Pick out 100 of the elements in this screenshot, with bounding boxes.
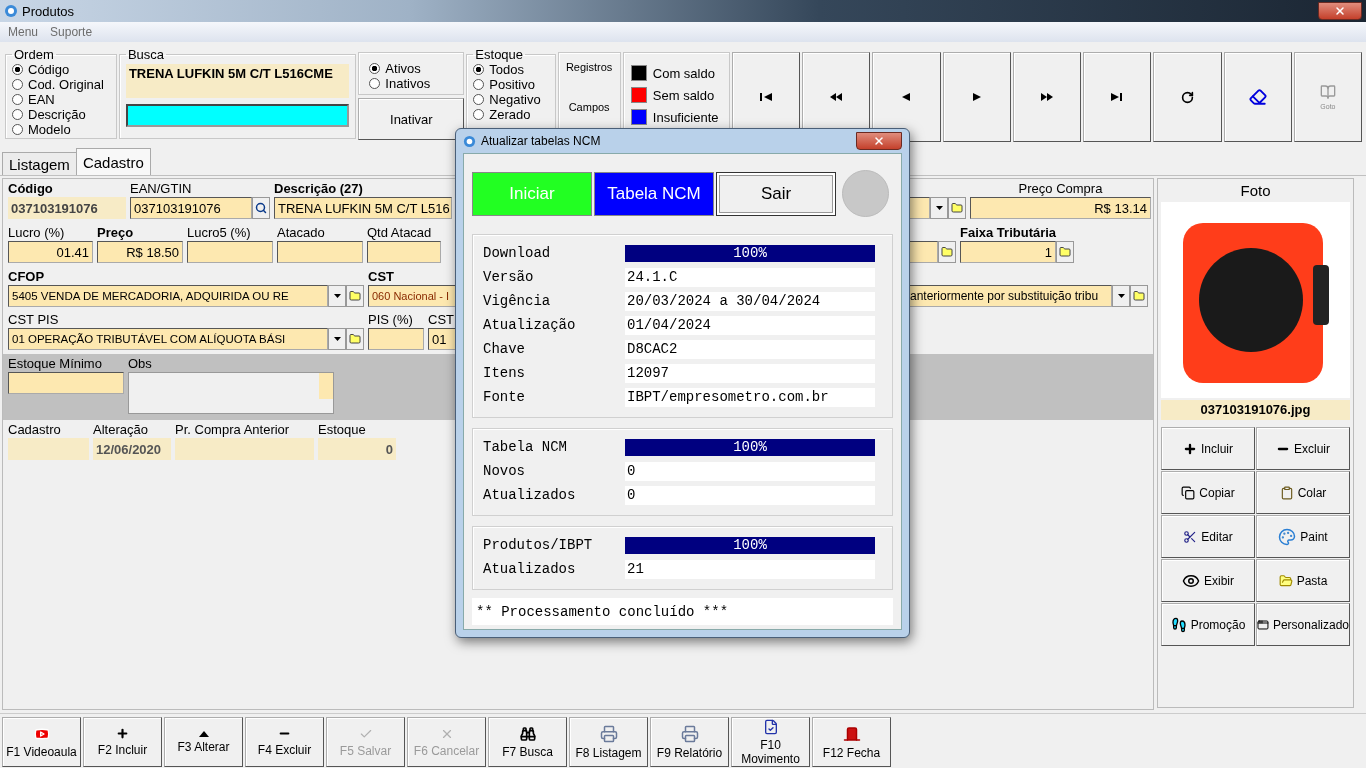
- row-label: Chave: [483, 341, 526, 357]
- dialog-button[interactable]: Sair: [716, 171, 836, 216]
- text-field[interactable]: TRENA LUFKIN 5M C/T L516: [274, 197, 452, 219]
- navigation-button[interactable]: [1223, 52, 1292, 142]
- close-icon: [873, 135, 885, 147]
- text-field[interactable]: [187, 241, 273, 263]
- text-field[interactable]: [277, 241, 363, 263]
- text-field[interactable]: R$ 13.14: [970, 197, 1151, 219]
- radio-option[interactable]: Código: [12, 62, 110, 77]
- field-label: Preço Compra: [1018, 181, 1103, 197]
- text-field[interactable]: [367, 241, 441, 263]
- combo-field[interactable]: 5405 VENDA DE MERCADORIA, ADQUIRIDA OU RE: [8, 285, 328, 307]
- text-field[interactable]: 037103191076: [130, 197, 252, 219]
- radio-option[interactable]: Descrição: [12, 107, 110, 122]
- dropdown-button[interactable]: [328, 285, 346, 307]
- arrow-icon: [972, 92, 981, 102]
- text-field[interactable]: 01.41: [8, 241, 93, 263]
- text-field[interactable]: 1: [960, 241, 1056, 263]
- field-label: Cadastro: [8, 422, 62, 438]
- radio-option[interactable]: Negativo: [473, 92, 549, 107]
- field-label: Descrição (27): [274, 181, 364, 197]
- function-key-button[interactable]: F7 Busca: [488, 717, 567, 767]
- clipboard-icon: [1279, 485, 1294, 500]
- row-label: Tabela NCM: [483, 439, 568, 455]
- action-button[interactable]: Incluir: [1161, 427, 1255, 470]
- text-field[interactable]: 01: [428, 328, 456, 350]
- row-label: Fonte: [483, 389, 526, 405]
- app-icon: [463, 134, 476, 148]
- radio-option[interactable]: Ativos: [369, 61, 454, 76]
- dropdown-button[interactable]: [1112, 285, 1130, 307]
- radio-option[interactable]: EAN: [12, 92, 110, 107]
- field-label: CST: [428, 312, 455, 328]
- progress-reading: 100%: [733, 537, 767, 553]
- dropdown-button[interactable]: [930, 197, 948, 219]
- field-label: Código: [8, 181, 54, 197]
- radio-option[interactable]: Modelo: [12, 122, 110, 137]
- printer-icon: [680, 724, 699, 743]
- folder-button[interactable]: [938, 241, 956, 263]
- group-title: Busca: [126, 47, 166, 62]
- field-label: PIS (%): [368, 312, 414, 328]
- value-field: 24.1.C: [625, 267, 875, 287]
- folder-icon: [1278, 573, 1293, 588]
- navigation-button[interactable]: [942, 52, 1011, 142]
- row-label: Versão: [483, 269, 535, 285]
- combo-field[interactable]: 01 OPERAÇÃO TRIBUTÁVEL COM ALÍQUOTA BÁSI: [8, 328, 328, 350]
- close-button[interactable]: [856, 132, 902, 150]
- action-button[interactable]: Editar: [1161, 515, 1255, 558]
- menu-item[interactable]: Suporte: [50, 25, 93, 39]
- palette-icon: [1278, 527, 1297, 546]
- function-key-button[interactable]: F10 Movimento: [731, 717, 810, 767]
- navigation-button[interactable]: [1083, 52, 1152, 142]
- function-key-button[interactable]: F4 Excluir: [245, 717, 324, 767]
- action-button[interactable]: Copiar: [1161, 471, 1255, 514]
- action-button[interactable]: Paint: [1256, 515, 1350, 558]
- combo-field[interactable]: 060 Nacional - I: [368, 285, 456, 307]
- function-key-button[interactable]: F9 Relatório: [650, 717, 729, 767]
- menu-item[interactable]: Menu: [8, 25, 39, 39]
- function-key-button[interactable]: F12 Fecha: [812, 717, 891, 767]
- function-key-button[interactable]: F1 Videoaula: [2, 717, 81, 767]
- function-key-button[interactable]: F8 Listagem: [569, 717, 648, 767]
- code-value: 037103191076: [8, 197, 126, 219]
- radio-option[interactable]: Inativos: [369, 76, 454, 91]
- action-button[interactable]: Promoção: [1161, 603, 1255, 646]
- inactivate-button[interactable]: Inativar: [358, 98, 465, 140]
- folder-icon: [951, 202, 963, 214]
- close-icon: [1334, 5, 1346, 17]
- search-button[interactable]: [252, 197, 270, 219]
- radio-option[interactable]: Zerado: [473, 107, 549, 122]
- function-key-button[interactable]: F2 Incluir: [83, 717, 162, 767]
- file-name: 037103191076.jpg: [1161, 400, 1350, 420]
- group-title: Ordem: [13, 47, 55, 62]
- action-button[interactable]: Excluir: [1256, 427, 1350, 470]
- row-label: Atualizados: [483, 487, 577, 503]
- radio-option[interactable]: Positivo: [473, 77, 549, 92]
- tab[interactable]: Cadastro: [75, 148, 151, 175]
- dialog-button[interactable]: Tabela NCM: [594, 171, 714, 216]
- text-field[interactable]: R$ 18.50: [97, 241, 183, 263]
- text-field[interactable]: [368, 328, 424, 350]
- navigation-button[interactable]: [872, 52, 941, 142]
- caret-icon: [1117, 294, 1125, 298]
- text-field[interactable]: [8, 372, 124, 394]
- close-button[interactable]: [1318, 2, 1362, 20]
- value-field: 0: [625, 461, 875, 481]
- action-button[interactable]: Colar: [1256, 471, 1350, 514]
- navigation-button[interactable]: [1153, 52, 1222, 142]
- folder-button[interactable]: [1056, 241, 1074, 263]
- navigation-button[interactable]: [1012, 52, 1081, 142]
- notes-field[interactable]: [128, 372, 334, 414]
- printer-icon: [599, 724, 618, 743]
- dropdown-button[interactable]: [328, 328, 346, 350]
- radio-option[interactable]: Cod. Original: [12, 77, 110, 92]
- function-key-button[interactable]: F3 Alterar: [164, 717, 243, 767]
- radio-option[interactable]: Todos: [473, 62, 549, 77]
- search-field[interactable]: [125, 104, 350, 127]
- tab[interactable]: Listagem: [2, 152, 77, 175]
- action-button[interactable]: Pasta: [1256, 559, 1350, 602]
- action-button[interactable]: Personalizado: [1256, 603, 1350, 646]
- status-message: ** Processamento concluído ***: [472, 598, 893, 625]
- action-button[interactable]: Exibir: [1161, 559, 1255, 602]
- legend-label: Sem saldo: [652, 87, 715, 103]
